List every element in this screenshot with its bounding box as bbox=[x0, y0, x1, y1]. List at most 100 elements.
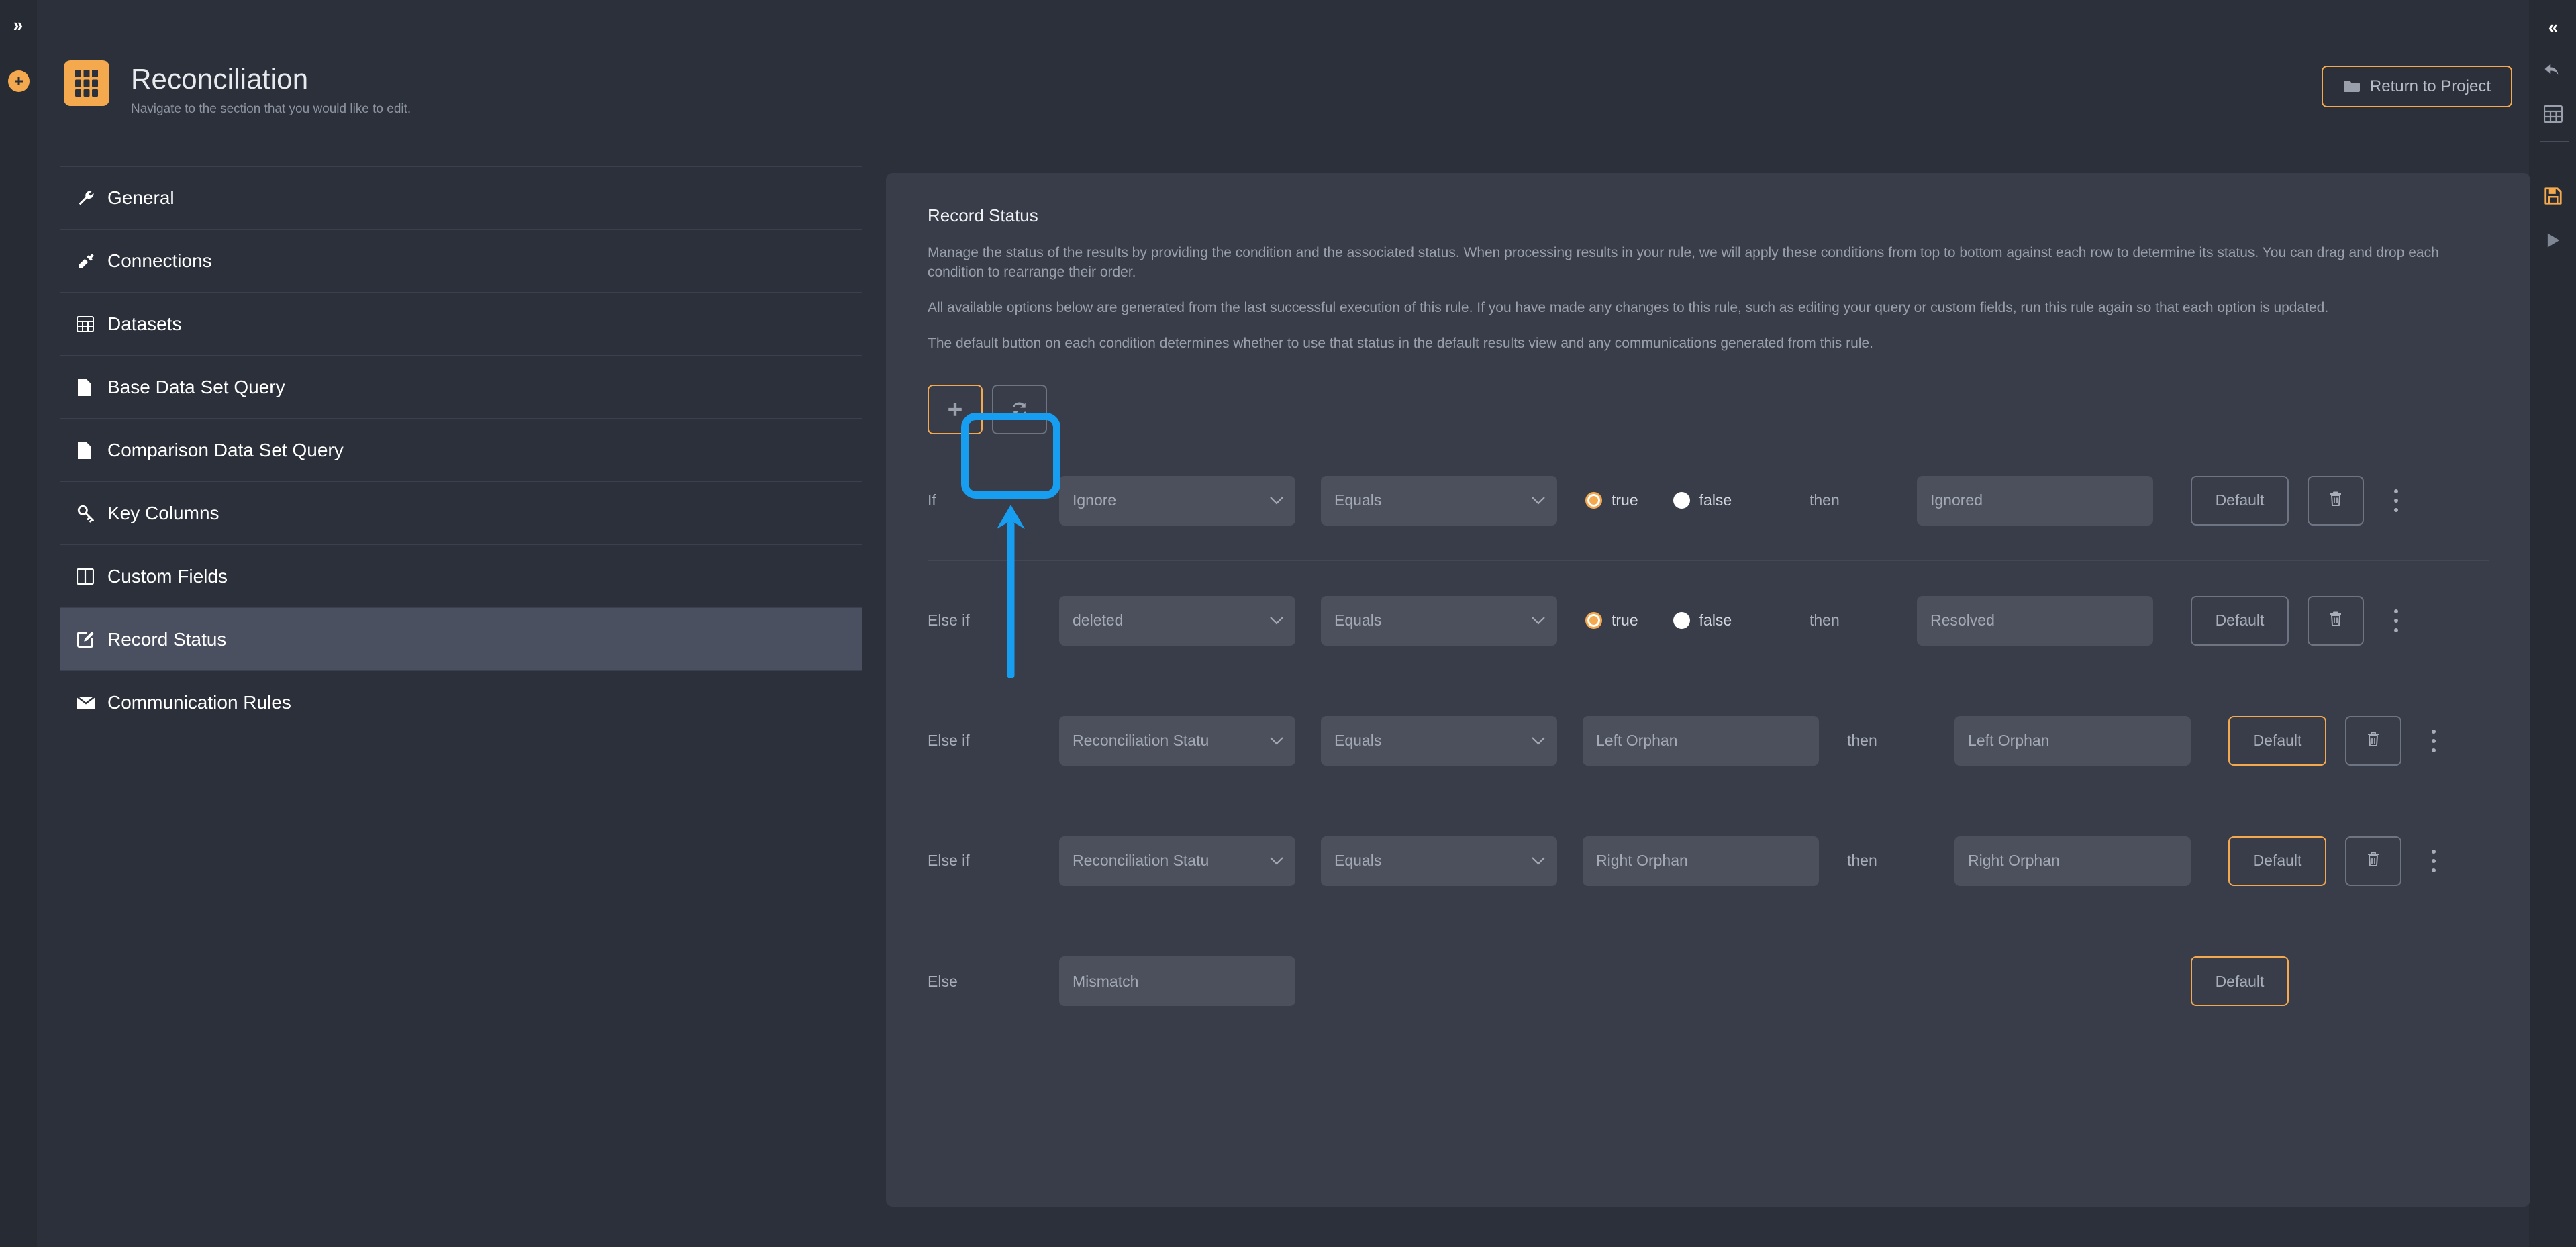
status-input[interactable]: Resolved bbox=[1917, 595, 2153, 646]
then-label: then bbox=[1847, 852, 1877, 870]
delete-condition-button[interactable] bbox=[2308, 595, 2364, 646]
boolean-value-group: true false bbox=[1585, 611, 1781, 630]
then-label: then bbox=[1810, 491, 1840, 509]
plug-icon bbox=[77, 252, 103, 270]
chevron-down-icon bbox=[1532, 857, 1545, 865]
operator-select[interactable]: Equals bbox=[1321, 595, 1557, 646]
plus-circle-icon[interactable] bbox=[8, 70, 30, 92]
sidebar-item-record-status[interactable]: Record Status bbox=[60, 608, 862, 671]
radio-false[interactable]: false bbox=[1673, 611, 1732, 630]
field-select[interactable]: deleted bbox=[1059, 595, 1295, 646]
radio-false-indicator bbox=[1673, 492, 1690, 509]
save-floppy-icon[interactable] bbox=[2541, 184, 2565, 208]
radio-false-indicator bbox=[1673, 612, 1690, 630]
sidebar-item-label: Datasets bbox=[107, 313, 182, 334]
file-icon bbox=[77, 378, 103, 397]
chevron-down-icon bbox=[1270, 617, 1283, 625]
left-rail: » bbox=[0, 0, 37, 1247]
trash-icon bbox=[2366, 731, 2381, 750]
panel-description-2: All available options below are generate… bbox=[928, 299, 2329, 315]
operator-select[interactable]: Equals bbox=[1321, 836, 1557, 886]
radio-true-label: true bbox=[1612, 491, 1638, 509]
chevron-down-icon bbox=[1532, 497, 1545, 505]
columns-icon bbox=[77, 568, 103, 585]
field-select[interactable]: Ignore bbox=[1059, 475, 1295, 526]
kebab-menu-icon bbox=[2432, 849, 2436, 872]
sidebar-item-communication-rules[interactable]: Communication Rules bbox=[60, 671, 862, 734]
add-condition-button[interactable] bbox=[928, 384, 983, 434]
status-input[interactable]: Ignored bbox=[1917, 475, 2153, 526]
return-to-project-button[interactable]: Return to Project bbox=[2321, 66, 2512, 107]
delete-condition-button[interactable] bbox=[2308, 475, 2364, 526]
conditions-toolbar bbox=[928, 384, 2489, 434]
trash-icon bbox=[2366, 851, 2381, 870]
play-icon[interactable] bbox=[2541, 228, 2565, 252]
right-rail: « bbox=[2529, 0, 2576, 1247]
condition-keyword: If bbox=[928, 491, 936, 509]
undo-arrow-icon[interactable] bbox=[2541, 60, 2565, 85]
chevron-down-icon bbox=[1532, 617, 1545, 625]
field-select[interactable]: Reconciliation Statu bbox=[1059, 715, 1295, 766]
condition-menu-button[interactable] bbox=[2414, 836, 2454, 886]
status-input[interactable]: Left Orphan bbox=[1954, 715, 2191, 766]
radio-true-indicator bbox=[1585, 492, 1602, 509]
value-input[interactable]: Right Orphan bbox=[1583, 836, 1819, 886]
field-select[interactable]: Reconciliation Statu bbox=[1059, 836, 1295, 886]
else-status-input[interactable]: Mismatch bbox=[1059, 956, 1295, 1007]
panel-description-1: Manage the status of the results by prov… bbox=[928, 245, 2439, 280]
sidebar-item-comparison-data-set-query[interactable]: Comparison Data Set Query bbox=[60, 419, 862, 482]
chevron-double-right-icon[interactable]: » bbox=[8, 15, 28, 35]
sidebar-item-key-columns[interactable]: Key Columns bbox=[60, 482, 862, 545]
radio-true-label: true bbox=[1612, 611, 1638, 630]
page-subtitle: Navigate to the section that you would l… bbox=[131, 102, 411, 116]
trash-icon bbox=[2328, 491, 2343, 510]
default-toggle-button[interactable]: Default bbox=[2191, 475, 2289, 526]
default-toggle-button[interactable]: Default bbox=[2191, 956, 2289, 1007]
condition-row: Else if Reconciliation Statu Equals Righ… bbox=[928, 801, 2489, 921]
sidebar-item-label: Key Columns bbox=[107, 502, 219, 523]
default-toggle-button[interactable]: Default bbox=[2228, 836, 2326, 886]
file-icon bbox=[77, 441, 103, 460]
operator-select[interactable]: Equals bbox=[1321, 715, 1557, 766]
trash-icon bbox=[2328, 611, 2343, 630]
record-status-panel: Record Status Manage the status of the r… bbox=[886, 173, 2530, 1207]
radio-true[interactable]: true bbox=[1585, 491, 1638, 509]
chevron-down-icon bbox=[1270, 857, 1283, 865]
kebab-menu-icon bbox=[2394, 609, 2398, 632]
kebab-menu-icon bbox=[2394, 489, 2398, 512]
value-input[interactable]: Left Orphan bbox=[1583, 715, 1819, 766]
condition-row: If Ignore Equals true false then Ignored… bbox=[928, 441, 2489, 561]
refresh-options-button[interactable] bbox=[992, 384, 1047, 434]
condition-menu-button[interactable] bbox=[2414, 716, 2454, 766]
condition-keyword: Else if bbox=[928, 611, 970, 630]
delete-condition-button[interactable] bbox=[2345, 715, 2401, 766]
default-toggle-button[interactable]: Default bbox=[2191, 595, 2289, 646]
status-input[interactable]: Right Orphan bbox=[1954, 836, 2191, 886]
default-toggle-button[interactable]: Default bbox=[2228, 715, 2326, 766]
condition-menu-button[interactable] bbox=[2376, 596, 2416, 646]
page-header: Reconciliation Navigate to the section t… bbox=[64, 60, 411, 117]
sidebar-item-datasets[interactable]: Datasets bbox=[60, 293, 862, 356]
sidebar-item-label: Communication Rules bbox=[107, 692, 291, 713]
sidebar-item-general[interactable]: General bbox=[60, 166, 862, 230]
then-label: then bbox=[1810, 611, 1840, 630]
radio-true[interactable]: true bbox=[1585, 611, 1638, 630]
then-label: then bbox=[1847, 732, 1877, 750]
sidebar-item-connections[interactable]: Connections bbox=[60, 230, 862, 293]
refresh-icon bbox=[1010, 400, 1029, 419]
radio-false[interactable]: false bbox=[1673, 491, 1732, 509]
sidebar-item-custom-fields[interactable]: Custom Fields bbox=[60, 545, 862, 608]
conditions-list: If Ignore Equals true false then Ignored… bbox=[928, 441, 2489, 1042]
table-icon bbox=[77, 315, 103, 332]
table-grid-icon[interactable] bbox=[2541, 102, 2565, 126]
condition-menu-button[interactable] bbox=[2376, 476, 2416, 526]
return-to-project-label: Return to Project bbox=[2369, 77, 2491, 95]
panel-description-3: The default button on each condition det… bbox=[928, 335, 1873, 351]
sidebar-item-label: General bbox=[107, 187, 175, 208]
operator-select[interactable]: Equals bbox=[1321, 475, 1557, 526]
condition-keyword: Else if bbox=[928, 852, 970, 870]
sidebar-item-base-data-set-query[interactable]: Base Data Set Query bbox=[60, 356, 862, 419]
chevron-double-left-icon[interactable]: « bbox=[2541, 15, 2565, 39]
chevron-down-icon bbox=[1532, 737, 1545, 745]
delete-condition-button[interactable] bbox=[2345, 836, 2401, 886]
